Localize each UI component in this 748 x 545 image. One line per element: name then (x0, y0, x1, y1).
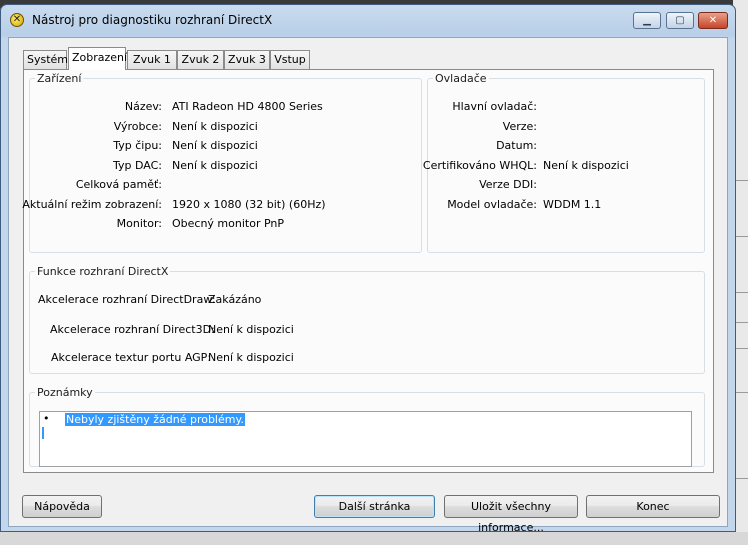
drivers-label-date: Datum: (496, 139, 537, 152)
tab-input[interactable]: Vstup (270, 50, 310, 69)
drivers-group-title: Ovladače (435, 72, 487, 85)
notes-selected-text: Nebyly zjištěny žádné problémy. (65, 413, 245, 426)
drivers-label-ddi-version: Verze DDI: (479, 178, 537, 191)
drivers-label-whql: Certifikováno WHQL: (422, 159, 537, 172)
device-value-monitor: Obecný monitor PnP (172, 217, 285, 230)
minimize-button[interactable]: ▁ (633, 12, 661, 29)
device-label-name: Název: (124, 100, 162, 113)
tab-sound-1[interactable]: Zvuk 1 (127, 50, 177, 69)
notes-textbox[interactable]: • Nebyly zjištěny žádné problémy. (39, 411, 692, 467)
directx-icon: ✕ (10, 13, 24, 27)
feature-label-direct3d: Akcelerace rozhraní Direct3D: (50, 323, 215, 336)
directx-features-title: Funkce rozhraní DirectX (37, 265, 169, 278)
text-caret (42, 427, 44, 439)
device-label-chip-type: Typ čipu: (113, 139, 162, 152)
tab-sound-2[interactable]: Zvuk 2 (177, 50, 224, 69)
help-button[interactable]: Nápověda (22, 495, 102, 518)
drivers-label-driver-model: Model ovladače: (447, 198, 537, 211)
directx-features-group: Funkce rozhraní DirectX Akcelerace rozhr… (29, 265, 705, 374)
device-group: Zařízení Název: ATI Radeon HD 4800 Serie… (22, 72, 422, 253)
device-label-total-memory: Celková paměť: (75, 178, 162, 191)
close-button[interactable]: ✕ (698, 12, 728, 29)
exit-button[interactable]: Konec (586, 495, 720, 518)
notes-group: Poznámky • Nebyly zjištěny žádné problém… (29, 386, 705, 467)
save-all-info-button[interactable]: Uložit všechny informace... (444, 495, 578, 534)
feature-value-agp: Není k dispozici (208, 351, 294, 364)
feature-value-direct3d: Není k dispozici (208, 323, 294, 336)
device-label-display-mode: Aktuální režim zobrazení: (22, 198, 162, 211)
feature-value-directdraw: Zakázáno (208, 293, 262, 306)
device-group-title: Zařízení (37, 72, 82, 85)
drivers-value-driver-model: WDDM 1.1 (543, 198, 602, 211)
window-client: Systém Zobrazení Zvuk 1 Zvuk 2 Zvuk 3 Vs… (8, 37, 728, 527)
window-title: Nástroj pro diagnostiku rozhraní DirectX (32, 13, 273, 27)
device-value-chip-type: Není k dispozici (172, 139, 258, 152)
tab-system[interactable]: Systém (23, 50, 68, 69)
drivers-label-main-driver: Hlavní ovladač: (452, 100, 537, 113)
drivers-value-whql: Není k dispozici (543, 159, 629, 172)
desktop-background-bottom (0, 532, 748, 545)
feature-label-directdraw: Akcelerace rozhraní DirectDraw: (38, 293, 216, 306)
maximize-button[interactable]: ▢ (666, 12, 694, 29)
tab-panel-display: Zařízení Název: ATI Radeon HD 4800 Serie… (22, 69, 714, 473)
tab-sound-3[interactable]: Zvuk 3 (224, 50, 270, 69)
drivers-label-version: Verze: (502, 120, 537, 133)
device-label-dac-type: Typ DAC: (113, 159, 162, 172)
device-label-monitor: Monitor: (116, 217, 162, 230)
title-bar[interactable]: ✕ Nástroj pro diagnostiku rozhraní Direc… (1, 5, 735, 35)
device-value-display-mode: 1920 x 1080 (32 bit) (60Hz) (172, 198, 326, 211)
device-value-name: ATI Radeon HD 4800 Series (172, 100, 323, 113)
dxdiag-window: ✕ Nástroj pro diagnostiku rozhraní Direc… (0, 4, 736, 534)
notes-group-title: Poznámky (37, 386, 93, 399)
notes-bullet: • (43, 412, 50, 425)
device-value-manufacturer: Není k dispozici (172, 120, 258, 133)
device-label-manufacturer: Výrobce: (113, 120, 162, 133)
feature-label-agp: Akcelerace textur portu AGP: (51, 351, 212, 364)
drivers-group: Ovladače Hlavní ovladač: Verze: Datum: C… (423, 72, 705, 253)
next-page-button[interactable]: Další stránka (314, 495, 435, 518)
tab-display[interactable]: Zobrazení (68, 47, 127, 70)
device-value-dac-type: Není k dispozici (172, 159, 258, 172)
